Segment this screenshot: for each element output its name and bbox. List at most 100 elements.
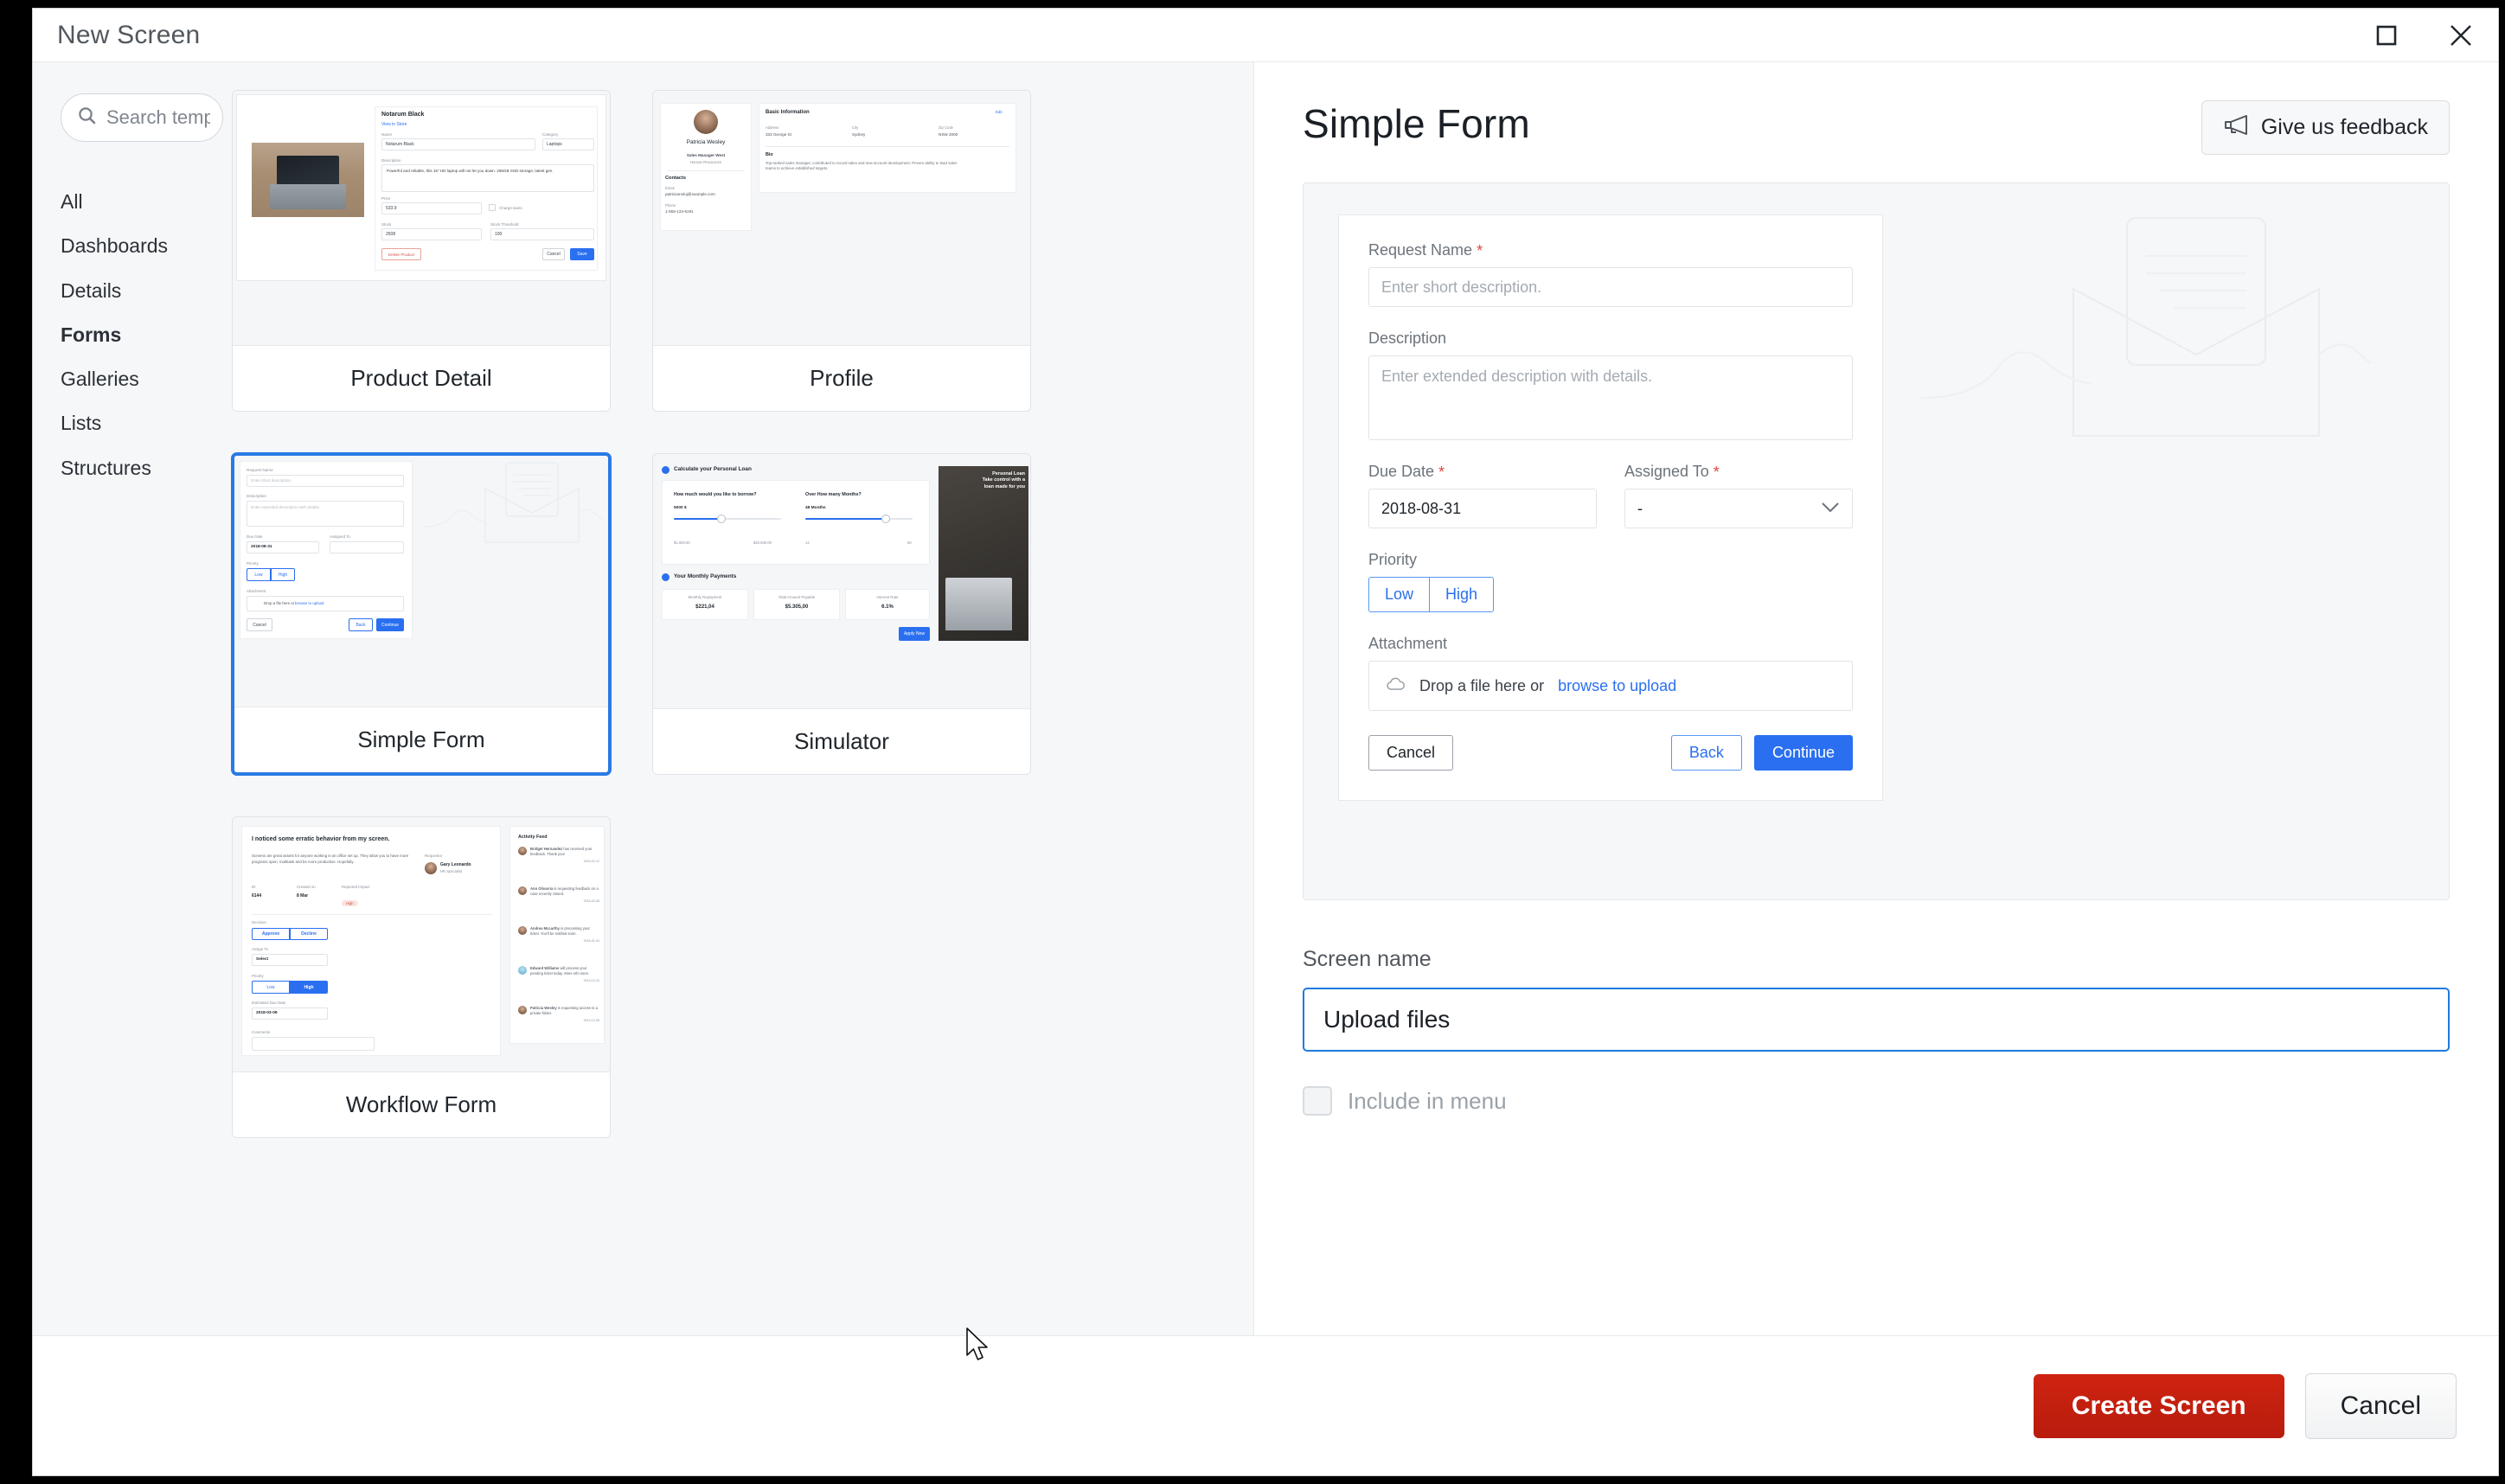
thumb-wf-decline: Decline	[290, 928, 328, 940]
feed-date: 2015-12-05	[583, 1018, 599, 1022]
template-card-workflow-form[interactable]: I noticed some erratic behavior from my …	[232, 816, 611, 1138]
template-preview-frame: Request Name * Enter short description. …	[1303, 182, 2450, 900]
thumb-category-value: Laptops	[547, 142, 562, 147]
feed-date: 2016-02-12	[583, 859, 599, 863]
thumb-charge-taxes-checkbox	[489, 204, 496, 211]
cancel-button[interactable]: Cancel	[2304, 1372, 2457, 1439]
thumb-sim-apply-button: Apply Now	[899, 627, 930, 641]
thumb-save-button: Save	[570, 248, 594, 260]
preview-pane: Simple Form Give us feedback Request Nam…	[1254, 62, 2498, 1335]
thumb-wf-title: I noticed some erratic behavior from my …	[252, 836, 390, 842]
thumb-wf-approve: Approve	[252, 928, 290, 940]
request-name-label-text: Request Name	[1368, 241, 1473, 259]
screen-name-label: Screen name	[1303, 947, 1432, 971]
template-card-product-detail[interactable]: Notarum Black View in Store Name Notarum…	[232, 90, 611, 412]
thumb-wf-requestor-name: Gary Leonardo	[440, 862, 471, 867]
feed-name: Edward Williams	[530, 966, 560, 970]
thumb-city-value: Sydney	[852, 132, 866, 137]
title-bar: New Screen	[33, 9, 2498, 62]
close-button[interactable]	[2424, 9, 2498, 62]
thumb-address-label: Address	[766, 125, 779, 130]
thumb-sim-q1-max: $10.000,00	[753, 541, 772, 545]
close-icon	[2447, 22, 2475, 49]
thumb-wf-assign-label: Assign To	[252, 947, 268, 951]
thumb-stock-threshold-value: 100	[495, 232, 503, 237]
preview-back-button[interactable]: Back	[1670, 735, 1742, 771]
thumb-category-label: Category	[542, 132, 559, 137]
feed-date: 2015-12-24	[583, 978, 599, 982]
include-in-menu-row[interactable]: Include in menu	[1303, 1086, 2450, 1116]
request-name-input[interactable]: Enter short description.	[1368, 267, 1853, 307]
request-name-label: Request Name *	[1368, 241, 1853, 259]
search-input[interactable]	[106, 106, 210, 129]
attachment-drop-zone[interactable]: Drop a file here or browse to upload	[1368, 661, 1853, 711]
thumb-sim-q2-max: 60	[907, 541, 912, 545]
required-marker: *	[1477, 241, 1483, 259]
thumb-email-value: patriciamoluj@example.com	[665, 192, 715, 196]
new-screen-dialog: New Screen All	[33, 9, 2498, 1475]
due-date-label-text: Due Date	[1368, 463, 1435, 480]
thumb-sim-promo-3: loan made for you	[983, 483, 1025, 489]
thumb-wf-requestor-role: HR Specialist	[440, 869, 463, 873]
thumb-address-value: 333 George St	[766, 132, 791, 137]
thumb-request-name-placeholder: Enter short description.	[251, 478, 292, 483]
assigned-to-select[interactable]: -	[1624, 489, 1853, 528]
sidebar-item-lists[interactable]: Lists	[61, 401, 223, 445]
sidebar-item-details[interactable]: Details	[61, 269, 223, 313]
template-card-simulator[interactable]: Calculate your Personal Loan How much wo…	[652, 453, 1031, 775]
thumb-wf-decision-label: Decision	[252, 920, 266, 924]
thumb-sim-stat1-value: $221,04	[695, 604, 714, 610]
megaphone-icon	[2223, 113, 2249, 142]
priority-high-button[interactable]: High	[1429, 577, 1495, 612]
thumb-sim-stat2-value: $5.305,00	[785, 604, 809, 610]
thumb-wf-impact-label: Reported Impact	[342, 885, 370, 889]
cloud-upload-icon	[1385, 676, 1406, 696]
thumb-wf-priority-label: Priority	[252, 974, 264, 978]
preview-continue-button[interactable]: Continue	[1753, 735, 1853, 771]
attachment-label: Attachment	[1368, 635, 1448, 652]
date-assignee-row: Due Date * 2018-08-31 Assigned To * -	[1368, 463, 1853, 528]
create-screen-button[interactable]: Create Screen	[2033, 1373, 2284, 1438]
thumb-wf-feed-item: Patricia Wesley is requesting access to …	[518, 1006, 599, 1022]
feed-name: Andrea Mccarthy	[530, 926, 560, 931]
thumb-wf-body: Screens are great assets for anyone work…	[252, 854, 409, 864]
sidebar-item-structures[interactable]: Structures	[61, 446, 223, 490]
priority-low-button[interactable]: Low	[1368, 577, 1430, 612]
thumb-sim-stat1-label: Monthly Repayment	[688, 595, 722, 599]
search-icon	[77, 106, 98, 131]
due-date-input[interactable]: 2018-08-31	[1368, 489, 1597, 528]
give-us-feedback-button[interactable]: Give us feedback	[2201, 100, 2450, 155]
screen-name-input[interactable]	[1303, 988, 2450, 1052]
page-title: New Screen	[57, 20, 201, 49]
preview-form-card: Request Name * Enter short description. …	[1338, 214, 1883, 801]
thumb-price-value: 533.9	[386, 206, 397, 211]
template-thumbnail: Patricia Wesley Sales Manager West Human…	[653, 91, 1030, 345]
thumb-delete-product-button: Delete Product	[381, 248, 421, 260]
thumb-cancel-button: Cancel	[247, 618, 272, 631]
sidebar-item-dashboards[interactable]: Dashboards	[61, 224, 223, 268]
template-thumbnail: I noticed some erratic behavior from my …	[233, 817, 610, 1071]
thumb-description-label: Description	[247, 494, 266, 498]
due-date-field: Due Date * 2018-08-31	[1368, 463, 1597, 528]
assigned-to-field: Assigned To * -	[1624, 463, 1853, 528]
preview-cancel-button[interactable]: Cancel	[1368, 735, 1454, 771]
thumb-name-value: Notarum Black	[386, 142, 414, 147]
search-template-box[interactable]	[61, 93, 223, 142]
sidebar-item-galleries[interactable]: Galleries	[61, 357, 223, 401]
template-card-simple-form[interactable]: Request Name Enter short description. De…	[232, 453, 611, 775]
thumb-priority-high: High	[271, 568, 295, 581]
template-card-profile[interactable]: Patricia Wesley Sales Manager West Human…	[652, 90, 1031, 412]
maximize-button[interactable]	[2349, 9, 2424, 62]
thumb-sim-q2-min: 12	[805, 541, 810, 545]
thumb-wf-feed-item: Ann Olivarria is requesting feedback on …	[518, 886, 599, 903]
sidebar-item-all[interactable]: All	[61, 180, 223, 224]
include-in-menu-checkbox[interactable]	[1303, 1086, 1332, 1116]
template-thumbnail: Request Name Enter short description. De…	[234, 456, 608, 707]
browse-to-upload-link[interactable]: browse to upload	[1558, 677, 1676, 695]
preview-title: Simple Form	[1303, 101, 1530, 146]
description-textarea[interactable]: Enter extended description with details.	[1368, 355, 1853, 440]
thumb-assigned-to-label: Assigned To	[330, 534, 350, 539]
thumb-sim-q1-min: $1.000,00	[674, 541, 690, 545]
sidebar-item-forms[interactable]: Forms	[61, 313, 223, 357]
feed-name: Ann Olivarria	[530, 886, 554, 891]
